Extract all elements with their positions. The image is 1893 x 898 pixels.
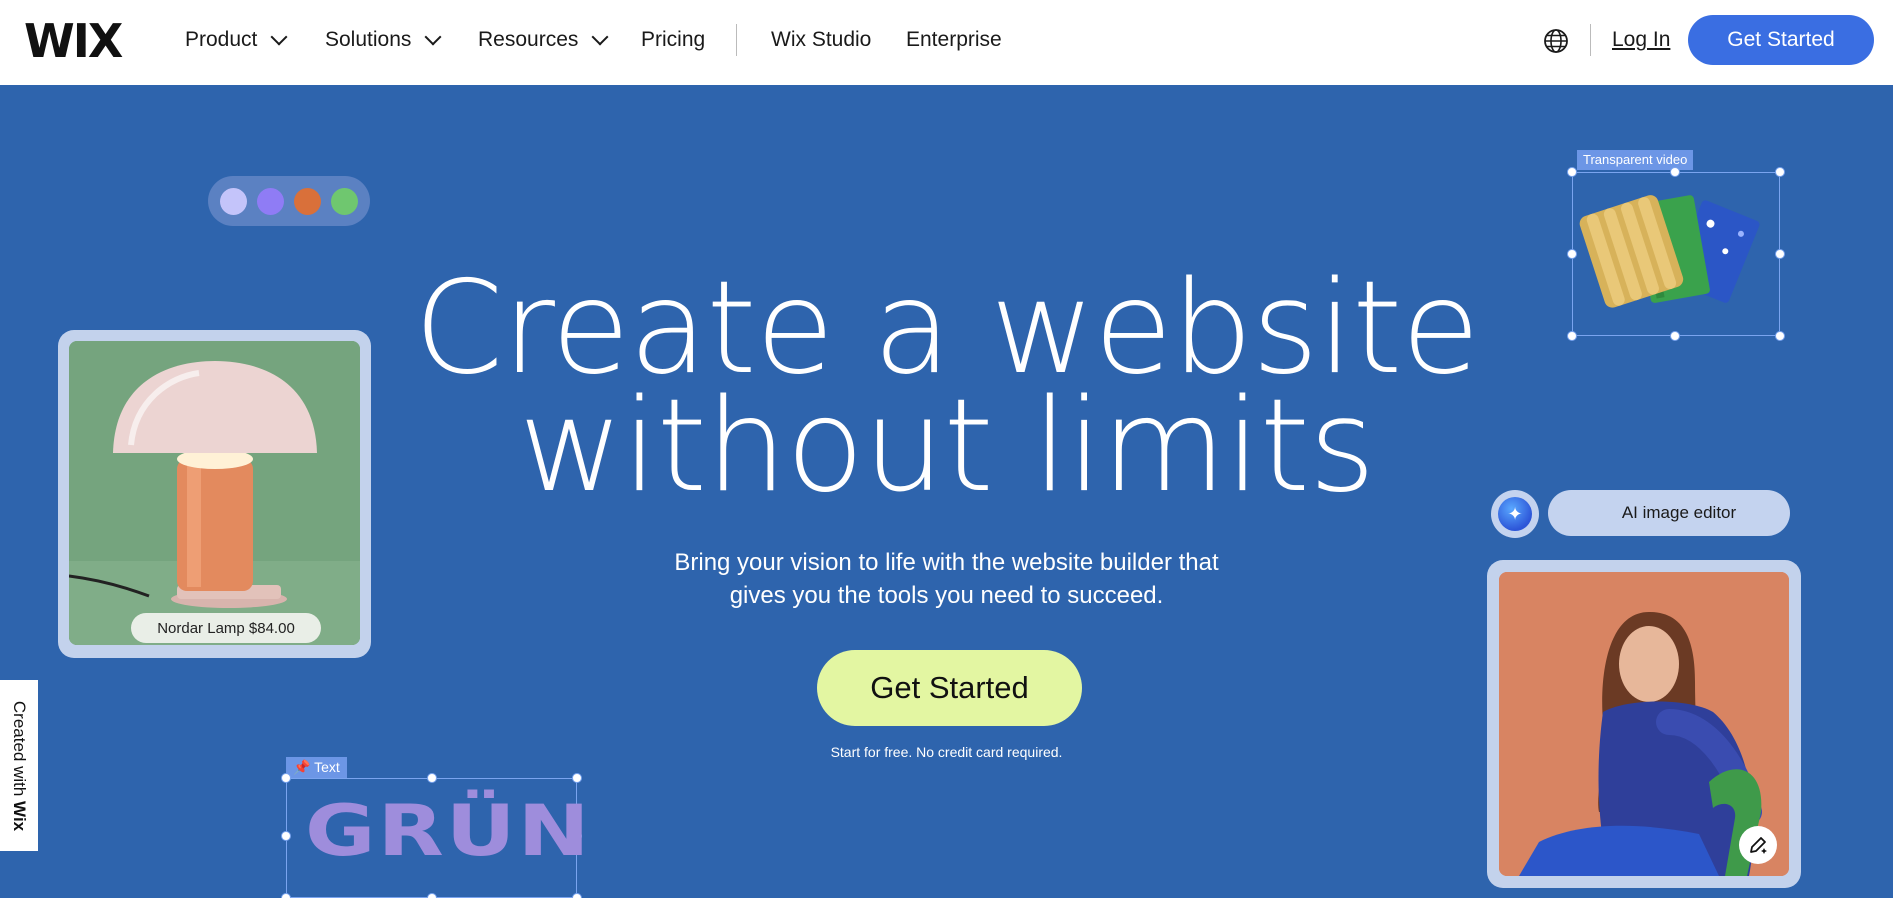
- resize-handle[interactable]: [1567, 167, 1577, 177]
- resize-handle[interactable]: [1670, 167, 1680, 177]
- resize-handle[interactable]: [427, 773, 437, 783]
- hero-subtitle-line: Bring your vision to life with the websi…: [674, 549, 1219, 576]
- pin-icon: 📌: [293, 759, 311, 775]
- color-swatch-palette: [208, 176, 370, 226]
- resize-handle[interactable]: [281, 831, 291, 841]
- ai-image-editor-pill[interactable]: AI image editor: [1548, 490, 1790, 536]
- nav-divider: [1590, 24, 1591, 56]
- top-navigation: WIX Product Solutions Resources Pricing …: [0, 0, 1893, 85]
- get-started-hero-button[interactable]: Get Started: [817, 650, 1082, 726]
- created-with-wix-tab[interactable]: Created with Wix: [0, 680, 38, 851]
- resize-handle[interactable]: [427, 893, 437, 898]
- nav-item-label: Solutions: [325, 28, 412, 51]
- nav-item-resources[interactable]: Resources: [478, 27, 609, 53]
- chevron-down-icon: [424, 28, 442, 46]
- element-label-text: Text: [314, 759, 340, 775]
- nav-item-label: Pricing: [641, 28, 706, 51]
- nav-item-enterprise[interactable]: Enterprise: [906, 27, 1002, 53]
- chevron-down-icon: [591, 28, 609, 46]
- pencil-icon: [1750, 837, 1767, 854]
- resize-handle[interactable]: [281, 773, 291, 783]
- product-price-tag: Nordar Lamp $84.00: [131, 613, 321, 643]
- element-label: 📌 Text: [286, 757, 347, 778]
- nav-item-product[interactable]: Product: [185, 27, 288, 53]
- portrait-image: [1499, 572, 1789, 876]
- nav-item-wix-studio[interactable]: Wix Studio: [771, 27, 871, 53]
- chevron-down-icon: [270, 28, 288, 46]
- created-with-prefix: Created with: [10, 700, 29, 801]
- wix-brand: Wix: [10, 800, 29, 831]
- resize-handle[interactable]: [572, 893, 582, 898]
- sparkle-icon: ✦: [1498, 497, 1532, 531]
- color-swatch[interactable]: [331, 187, 358, 215]
- resize-handle[interactable]: [572, 773, 582, 783]
- color-swatch[interactable]: [294, 187, 321, 215]
- nav-item-label: Product: [185, 28, 258, 51]
- nav-item-label: Wix Studio: [771, 28, 872, 51]
- nav-item-pricing[interactable]: Pricing: [641, 27, 705, 53]
- resize-handle[interactable]: [1775, 249, 1785, 259]
- hero-title-line: without limits: [518, 372, 1375, 521]
- ai-badge[interactable]: ✦: [1491, 490, 1539, 538]
- color-swatch[interactable]: [220, 187, 247, 215]
- nav-item-solutions[interactable]: Solutions: [325, 27, 442, 53]
- sample-text: GRÜN: [305, 790, 592, 872]
- globe-icon[interactable]: [1543, 28, 1569, 54]
- resize-handle[interactable]: [281, 893, 291, 898]
- created-with-wix-label: Created with Wix: [9, 700, 29, 830]
- login-link[interactable]: Log In: [1612, 27, 1670, 53]
- nav-divider: [736, 24, 737, 56]
- resize-handle[interactable]: [1775, 167, 1785, 177]
- nav-item-label: Enterprise: [906, 28, 1002, 51]
- hero-title: Create a website without limits: [0, 265, 1893, 511]
- color-swatch[interactable]: [257, 187, 284, 215]
- photo-card: [1487, 560, 1801, 888]
- hero-subtitle-line: gives you the tools you need to succeed.: [729, 582, 1164, 609]
- wix-logo[interactable]: WIX: [24, 18, 123, 64]
- resize-handle[interactable]: [1567, 249, 1577, 259]
- get-started-nav-button[interactable]: Get Started: [1688, 15, 1874, 65]
- pencil-sparkle-icon[interactable]: [1739, 826, 1777, 864]
- nav-item-label: Resources: [478, 28, 579, 51]
